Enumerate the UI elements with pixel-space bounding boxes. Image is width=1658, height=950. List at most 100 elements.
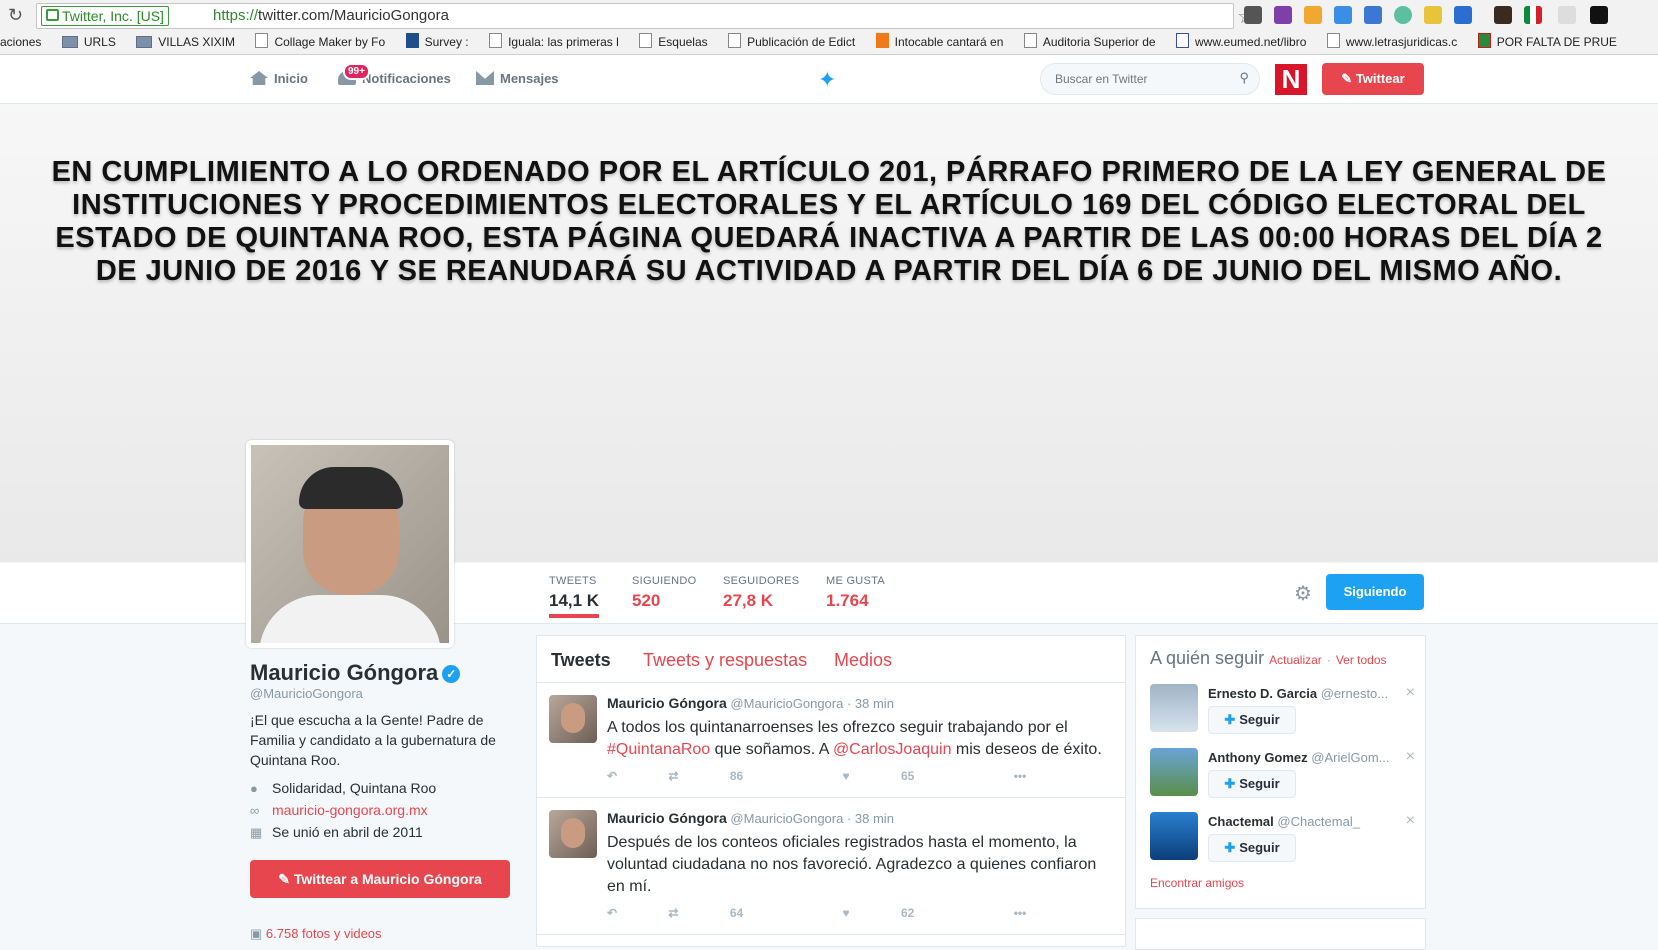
folder-icon	[61, 36, 78, 48]
tweet-avatar[interactable]	[549, 810, 597, 858]
bookmark-item[interactable]: www.letrasjuridicas.c	[1326, 30, 1457, 54]
page-icon	[639, 33, 653, 48]
extension-dropbox-icon[interactable]	[1558, 6, 1576, 24]
extension-h-icon[interactable]	[1590, 6, 1608, 24]
bookmark-item[interactable]: POR FALTA DE PRUE	[1477, 30, 1617, 54]
reply-icon[interactable]: ↶	[607, 769, 617, 783]
website-link[interactable]: mauricio-gongora.org.mx	[272, 802, 428, 818]
bookmark-item[interactable]: www.eumed.net/libro	[1176, 30, 1306, 54]
like-action[interactable]: ♥ 62	[843, 906, 963, 920]
follow-suggestion: Chactemal @Chactemal_ × ✚ Seguir	[1150, 812, 1415, 870]
suggestion-avatar[interactable]	[1150, 812, 1198, 860]
compose-tweet-button[interactable]: ✎ Twittear	[1322, 63, 1424, 95]
extension-colorful-icon[interactable]	[1304, 6, 1322, 24]
tab-media[interactable]: Medios	[834, 650, 892, 671]
tweet-time[interactable]: · 38 min	[847, 696, 894, 711]
tweet-author-handle[interactable]: @MauricioGongora	[730, 811, 843, 826]
suggestion-avatar[interactable]	[1150, 748, 1198, 796]
eumed-icon	[1176, 33, 1190, 48]
dismiss-close-icon[interactable]: ×	[1406, 684, 1415, 702]
follow-button[interactable]: ✚ Seguir	[1208, 706, 1296, 734]
hashtag-link[interactable]: #QuintanaRoo	[607, 741, 710, 758]
tweet-actions: ↶ ⇄ 86 ♥ 65 •••	[607, 769, 1074, 783]
dismiss-close-icon[interactable]: ×	[1406, 812, 1415, 830]
site-icon	[1477, 33, 1491, 48]
tab-tweets[interactable]: Tweets	[551, 650, 611, 671]
bookmark-item[interactable]: Publicación de Edict	[728, 30, 855, 54]
extension-search-icon[interactable]	[1364, 6, 1382, 24]
gear-icon[interactable]: ⚙	[1294, 581, 1312, 606]
extension-lock-icon[interactable]	[1394, 6, 1412, 24]
extension-person-icon[interactable]	[1454, 6, 1472, 24]
nav-messages[interactable]: Mensajes	[476, 71, 559, 86]
photos-videos-link[interactable]: ▣ 6.758 fotos y videos	[250, 926, 382, 942]
retweet-action[interactable]: ⇄ 86	[668, 769, 791, 783]
search-input[interactable]	[1053, 71, 1227, 87]
suggestion-name[interactable]: Anthony Gomez @ArielGom...	[1208, 750, 1390, 765]
profile-avatar[interactable]	[246, 440, 454, 648]
stat-followers[interactable]: SEGUIDORES 27,8 K	[723, 575, 799, 611]
extension-bolt-icon[interactable]	[1244, 6, 1262, 24]
reply-icon[interactable]: ↶	[607, 906, 617, 920]
bookmark-item[interactable]: Intocable cantará en	[875, 30, 1003, 54]
tweet-author-handle[interactable]: @MauricioGongora	[730, 696, 843, 711]
find-friends-link[interactable]: Encontrar amigos	[1150, 876, 1244, 890]
like-action[interactable]: ♥ 65	[843, 769, 963, 783]
following-button[interactable]: Siguiendo	[1326, 574, 1424, 610]
retweet-icon: ⇄	[668, 906, 679, 920]
extension-onenote-icon[interactable]	[1274, 6, 1292, 24]
dismiss-close-icon[interactable]: ×	[1406, 748, 1415, 766]
quill-icon: ✎	[1341, 71, 1356, 86]
extension-instagram-icon[interactable]	[1494, 6, 1512, 24]
bookmark-folder[interactable]: URLS	[61, 30, 116, 54]
more-icon[interactable]: •••	[1014, 769, 1027, 783]
tab-tweets-replies[interactable]: Tweets y respuestas	[643, 650, 807, 671]
bookmark-item[interactable]: Iguala: las primeras l	[489, 30, 619, 54]
tweet-text: A todos los quintanarroenses les ofrezco…	[607, 719, 1102, 758]
bookmark-item[interactable]: Auditoria Superior de	[1023, 30, 1156, 54]
profile-name[interactable]: Mauricio Góngora ✓	[250, 660, 461, 686]
twitter-bird-icon[interactable]: ✦	[818, 67, 836, 93]
heart-icon: ♥	[842, 769, 850, 783]
view-all-link[interactable]: Ver todos	[1336, 653, 1387, 667]
extension-mexico-flag-icon[interactable]	[1524, 6, 1542, 24]
stat-likes[interactable]: ME GUSTA 1.764	[826, 575, 885, 611]
tweet-author-name[interactable]: Mauricio Góngora	[607, 695, 727, 711]
extension-download-icon[interactable]	[1334, 6, 1352, 24]
refresh-link[interactable]: Actualizar	[1269, 653, 1322, 667]
bookmark-item[interactable]: aciones	[0, 30, 41, 54]
camera-icon: ▣	[250, 926, 266, 941]
tweet-time[interactable]: · 38 min	[847, 811, 894, 826]
extension-key-icon[interactable]	[1424, 6, 1442, 24]
bookmark-item[interactable]: Esquelas	[639, 30, 708, 54]
reload-icon[interactable]: ↻	[8, 5, 23, 26]
follow-button[interactable]: ✚ Seguir	[1208, 834, 1296, 862]
url-text[interactable]: https://twitter.com/MauricioGongora	[213, 7, 449, 24]
profile-handle[interactable]: @MauricioGongora	[250, 686, 363, 701]
stat-tweets[interactable]: TWEETS 14,1 K	[549, 575, 600, 618]
tweet-author-name[interactable]: Mauricio Góngora	[607, 810, 727, 826]
stat-following[interactable]: SIGUIENDO 520	[632, 575, 696, 611]
tweet-to-button[interactable]: ✎ Twittear a Mauricio Góngora	[250, 860, 510, 898]
bookmark-item[interactable]: Collage Maker by Fo	[255, 30, 385, 54]
nav-home[interactable]: Inicio	[250, 71, 308, 86]
tweet-text: Después de los conteos oficiales registr…	[607, 834, 1097, 895]
bookmark-item[interactable]: Survey :	[405, 30, 469, 54]
follow-button[interactable]: ✚ Seguir	[1208, 770, 1296, 798]
tweet-header: Mauricio Góngora @MauricioGongora · 38 m…	[607, 695, 894, 711]
more-icon[interactable]: •••	[1014, 906, 1027, 920]
bookmark-folder[interactable]: VILLAS XIXIM	[136, 30, 235, 54]
envelope-icon	[476, 71, 494, 85]
suggestion-avatar[interactable]	[1150, 684, 1198, 732]
suggestion-name[interactable]: Chactemal @Chactemal_	[1208, 814, 1360, 829]
tweet-avatar[interactable]	[549, 695, 597, 743]
n-extension-logo[interactable]: N	[1275, 64, 1307, 95]
retweet-action[interactable]: ⇄ 64	[668, 906, 791, 920]
security-badge[interactable]: Twitter, Inc. [US]	[41, 6, 169, 26]
address-bar[interactable]: Twitter, Inc. [US] https://twitter.com/M…	[36, 3, 1255, 29]
tweet-item[interactable]: Mauricio Góngora @MauricioGongora · 38 m…	[537, 683, 1125, 798]
mention-link[interactable]: @CarlosJoaquin	[833, 741, 952, 758]
suggestion-name[interactable]: Ernesto D. Garcia @ernesto...	[1208, 686, 1388, 701]
search-icon[interactable]: ⚲	[1239, 70, 1249, 86]
tweet-item[interactable]: Mauricio Góngora @MauricioGongora · 38 m…	[537, 798, 1125, 935]
